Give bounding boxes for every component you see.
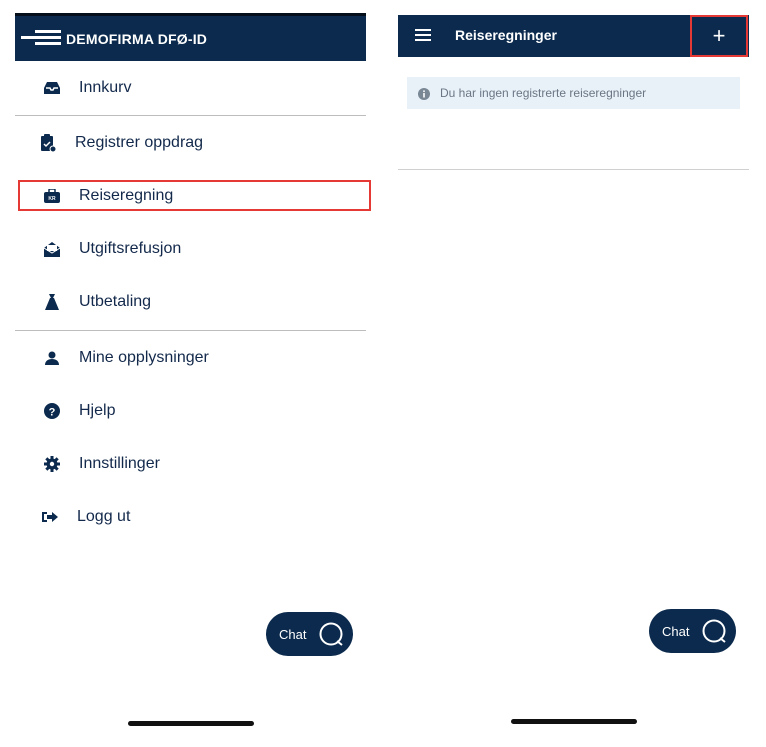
drawer-header: DEMOFIRMA DFØ-ID: [15, 13, 366, 61]
empty-state-info: Du har ingen registrerte reiseregninger: [407, 77, 740, 109]
page-title: Reiseregninger: [455, 27, 557, 43]
person-icon: [44, 350, 60, 366]
chat-bubble-icon: [702, 619, 726, 648]
menu-item-hjelp[interactable]: ? Hjelp: [15, 391, 366, 431]
add-button[interactable]: +: [690, 15, 748, 57]
home-indicator: [128, 721, 254, 726]
chat-label: Chat: [662, 623, 690, 639]
menu-divider: [15, 330, 366, 331]
menu-label: Logg ut: [77, 508, 131, 525]
plus-icon: +: [712, 23, 726, 48]
menu-divider: [15, 115, 366, 116]
selection-highlight: [18, 180, 371, 211]
money-bag-icon: [44, 294, 60, 310]
content-divider: [398, 169, 749, 170]
company-name: DEMOFIRMA DFØ-ID: [66, 31, 208, 47]
menu-label: Innkurv: [79, 79, 132, 96]
question-circle-icon: ?: [44, 403, 60, 419]
menu-item-registrer-oppdrag[interactable]: Registrer oppdrag: [15, 123, 366, 163]
menu-label: Innstillinger: [79, 455, 160, 472]
menu-label: Registrer oppdrag: [75, 134, 204, 151]
menu-item-utgiftsrefusjon[interactable]: Utgiftsrefusjon: [15, 229, 366, 269]
menu-label: Hjelp: [79, 402, 116, 419]
menu-item-utbetaling[interactable]: Utbetaling: [15, 282, 366, 322]
menu-label: Utgiftsrefusjon: [79, 240, 182, 257]
menu-item-innstillinger[interactable]: Innstillinger: [15, 444, 366, 484]
chat-button[interactable]: Chat: [266, 612, 353, 656]
menu-item-innkurv[interactable]: Innkurv: [15, 68, 366, 108]
menu-label: Utbetaling: [79, 293, 152, 310]
gear-icon: [44, 456, 60, 472]
app-header: Reiseregninger +: [398, 15, 749, 57]
menu-label: Mine opplysninger: [79, 349, 209, 366]
inbox-icon: [44, 80, 60, 96]
home-indicator: [511, 719, 637, 724]
menu-item-mine-opplysninger[interactable]: Mine opplysninger: [15, 338, 366, 378]
menu-item-logg-ut[interactable]: Logg ut: [15, 497, 366, 537]
info-icon: [418, 87, 430, 105]
reiseregninger-screen: Reiseregninger + Du har ingen registrert…: [398, 0, 749, 747]
clipboard-icon: [40, 134, 56, 152]
chat-button[interactable]: Chat: [649, 609, 736, 653]
chat-label: Chat: [279, 626, 307, 642]
envelope-open-icon: [44, 241, 60, 257]
chat-bubble-icon: [319, 622, 343, 651]
info-text: Du har ingen registrerte reiseregninger: [440, 86, 647, 100]
hamburger-menu-icon[interactable]: [415, 29, 431, 41]
dfo-logo: [21, 30, 61, 48]
navigation-drawer: DEMOFIRMA DFØ-ID Innkurv Registrer oppdr…: [15, 0, 371, 747]
sign-out-icon: [42, 509, 58, 525]
svg-text:?: ?: [49, 407, 56, 419]
